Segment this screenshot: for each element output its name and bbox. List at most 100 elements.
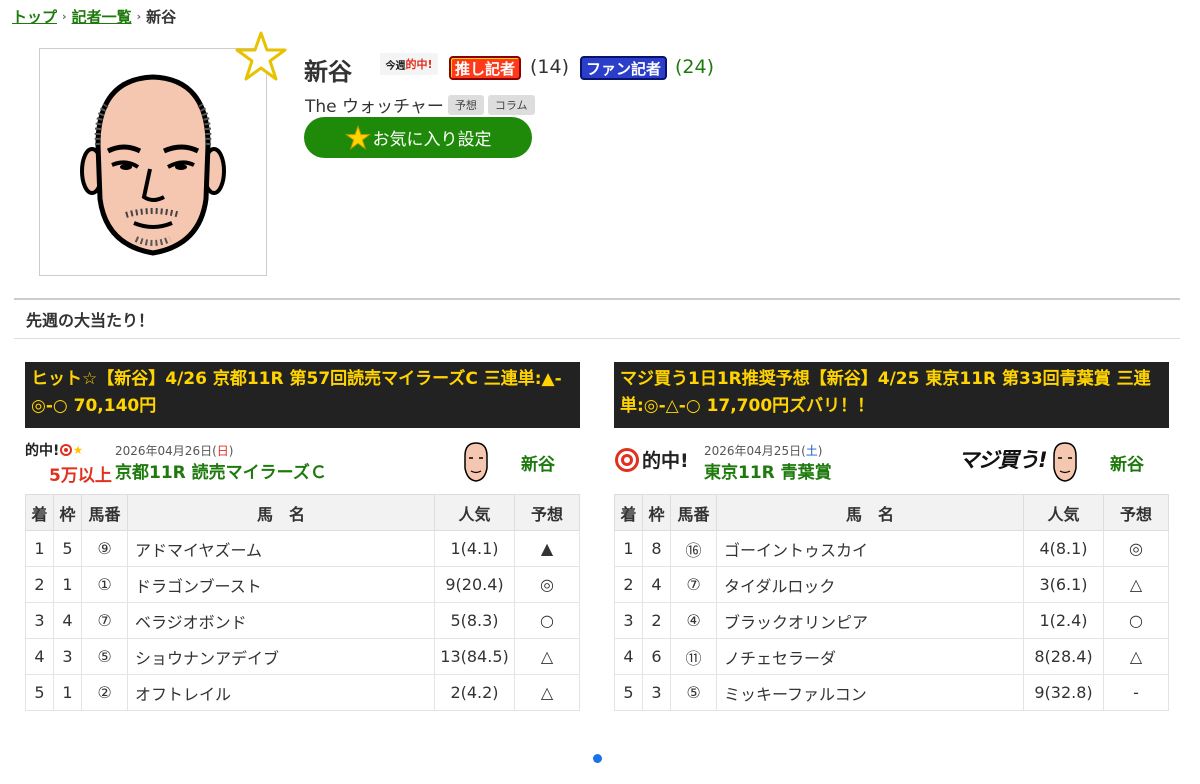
- cell-rank: 1: [25, 530, 54, 567]
- cell-waku: 1: [53, 674, 82, 711]
- cell-umaban: ⑤: [670, 674, 717, 711]
- cell-prediction: ◎: [514, 566, 580, 603]
- section-divider: [14, 298, 1180, 300]
- race-date-suffix: ): [817, 444, 823, 458]
- col-prediction: 予想: [514, 494, 580, 531]
- cell-waku: 1: [53, 566, 82, 603]
- cell-rank: 4: [614, 638, 643, 675]
- breadcrumb-writers-link[interactable]: 記者一覧: [72, 6, 132, 27]
- hit-logo-label: 的中!: [25, 443, 60, 459]
- result-table: 着 枠 馬番 馬 名 人気 予想 1 8 ⑯ ゴーイントゥスカイ 4(8.1) ◎ 2 4 ⑦ タ…: [614, 494, 1169, 711]
- fan-count: (24): [675, 56, 715, 78]
- cell-waku: 6: [642, 638, 671, 675]
- hit-card-headline[interactable]: ヒット☆【新谷】4/26 京都11R 第57回読売マイラーズC 三連単:▲-◎-…: [25, 362, 580, 428]
- hit-card-headline[interactable]: マジ買う1日1R推奨予想【新谷】4/25 東京11R 第33回青葉賞 三連単:◎…: [614, 362, 1169, 428]
- cell-prediction: △: [514, 638, 580, 675]
- tag-column: コラム: [487, 94, 535, 115]
- star-icon: [344, 124, 371, 150]
- cell-horse-name[interactable]: ブラックオリンピア: [716, 602, 1024, 639]
- cell-popularity: 1(4.1): [434, 530, 515, 567]
- cell-prediction: -: [1103, 674, 1169, 711]
- fan-writer-badge[interactable]: ファン記者: [580, 56, 668, 80]
- breadcrumb-separator: ›: [136, 10, 142, 23]
- race-name[interactable]: 東京11R 青葉賞: [704, 458, 832, 483]
- favorite-star-icon[interactable]: [234, 30, 288, 84]
- table-row: 4 3 ⑤ ショウナンアデイブ 13(84.5) △: [25, 638, 580, 675]
- cell-waku: 5: [53, 530, 82, 567]
- cell-prediction: ▲: [514, 530, 580, 567]
- cell-waku: 8: [642, 530, 671, 567]
- table-row: 1 5 ⑨ アドマイヤズーム 1(4.1) ▲: [25, 530, 580, 567]
- favorite-setting-label: お気に入り設定: [372, 130, 492, 150]
- cell-popularity: 2(4.2): [434, 674, 515, 711]
- table-row: 1 8 ⑯ ゴーイントゥスカイ 4(8.1) ◎: [614, 530, 1169, 567]
- cell-popularity: 1(2.4): [1023, 602, 1104, 639]
- col-umaban: 馬番: [81, 494, 128, 531]
- writer-mini-avatar-icon: [464, 442, 488, 482]
- cell-horse-name[interactable]: ミッキーファルコン: [716, 674, 1024, 711]
- table-row: 3 4 ⑦ ベラジオボンド 5(8.3) ○: [25, 602, 580, 639]
- result-table: 着 枠 馬番 馬 名 人気 予想 1 5 ⑨ アドマイヤズーム 1(4.1) ▲ 2 1 ① ドラ…: [25, 494, 580, 711]
- weekly-hit-badge-text: 的中!: [405, 58, 433, 71]
- cell-umaban: ⑦: [670, 566, 717, 603]
- hit-5man-logo: 的中! 5万以上: [25, 440, 112, 486]
- cell-horse-name[interactable]: ノチェセラーダ: [716, 638, 1024, 675]
- breadcrumb-separator: ›: [62, 10, 67, 23]
- card-writer-name[interactable]: 新谷: [521, 450, 555, 475]
- breadcrumb-current: 新谷: [146, 8, 177, 26]
- breadcrumb-top-link[interactable]: トップ: [12, 6, 57, 27]
- cell-umaban: ④: [670, 602, 717, 639]
- col-rank: 着: [614, 494, 643, 531]
- col-popularity: 人気: [1023, 494, 1104, 531]
- cell-rank: 4: [25, 638, 54, 675]
- hit-logo-label: 的中!: [642, 450, 689, 472]
- cell-popularity: 9(32.8): [1023, 674, 1104, 711]
- col-popularity: 人気: [434, 494, 515, 531]
- cell-umaban: ⑨: [81, 530, 128, 567]
- carousel-page-dot[interactable]: [593, 754, 602, 763]
- cell-umaban: ⑯: [670, 530, 717, 567]
- cell-prediction: ○: [1103, 602, 1169, 639]
- table-row: 2 4 ⑦ タイダルロック 3(6.1) △: [614, 566, 1169, 603]
- cell-rank: 5: [25, 674, 54, 711]
- hit-card-left[interactable]: ヒット☆【新谷】4/26 京都11R 第57回読売マイラーズC 三連単:▲-◎-…: [25, 362, 580, 711]
- oshi-writer-badge[interactable]: 推し記者: [449, 56, 522, 80]
- cell-prediction: △: [1103, 638, 1169, 675]
- cell-umaban: ⑪: [670, 638, 717, 675]
- hit-card-info: 的中! 5万以上 2026年04月26日(日) 京都11R 読売マイラーズＣ 新…: [25, 428, 580, 494]
- cell-horse-name[interactable]: ゴーイントゥスカイ: [716, 530, 1024, 567]
- cell-umaban: ⑤: [81, 638, 128, 675]
- race-date-day: 土: [805, 444, 818, 458]
- table-header-row: 着 枠 馬番 馬 名 人気 予想: [614, 494, 1169, 531]
- table-row: 4 6 ⑪ ノチェセラーダ 8(28.4) △: [614, 638, 1169, 675]
- cell-horse-name[interactable]: ドラゴンブースト: [127, 566, 435, 603]
- favorite-setting-button[interactable]: お気に入り設定: [304, 117, 532, 158]
- hit-card-right[interactable]: マジ買う1日1R推奨予想【新谷】4/25 東京11R 第33回青葉賞 三連単:◎…: [614, 362, 1169, 711]
- weekly-hit-badge-prefix: 今週: [385, 60, 406, 72]
- section-divider: [14, 338, 1180, 339]
- col-waku: 枠: [53, 494, 82, 531]
- cell-horse-name[interactable]: アドマイヤズーム: [127, 530, 435, 567]
- race-date: 2026年04月25日(土): [704, 442, 822, 459]
- section-title: 先週の大当たり！: [26, 311, 155, 330]
- race-date-day: 日: [216, 444, 229, 458]
- cell-horse-name[interactable]: オフトレイル: [127, 674, 435, 711]
- hit-card-info: 的中! 2026年04月25日(土) 東京11R 青葉賞 マジ買う! 新谷: [614, 428, 1169, 494]
- table-row: 2 1 ① ドラゴンブースト 9(20.4) ◎: [25, 566, 580, 603]
- cell-horse-name[interactable]: タイダルロック: [716, 566, 1024, 603]
- race-name[interactable]: 京都11R 読売マイラーズＣ: [115, 458, 327, 483]
- writer-mini-avatar-icon: [1053, 442, 1077, 482]
- maji-kau-logo: マジ買う!: [958, 448, 1048, 472]
- col-waku: 枠: [642, 494, 671, 531]
- cell-prediction: ○: [514, 602, 580, 639]
- oshi-count: (14): [530, 56, 570, 78]
- cell-umaban: ②: [81, 674, 128, 711]
- tag-prediction: 予想: [447, 94, 484, 115]
- card-writer-name[interactable]: 新谷: [1110, 450, 1144, 475]
- cell-prediction: △: [1103, 566, 1169, 603]
- table-header-row: 着 枠 馬番 馬 名 人気 予想: [25, 494, 580, 531]
- cell-popularity: 8(28.4): [1023, 638, 1104, 675]
- cell-horse-name[interactable]: ベラジオボンド: [127, 602, 435, 639]
- cell-horse-name[interactable]: ショウナンアデイブ: [127, 638, 435, 675]
- writer-avatar: [39, 48, 267, 276]
